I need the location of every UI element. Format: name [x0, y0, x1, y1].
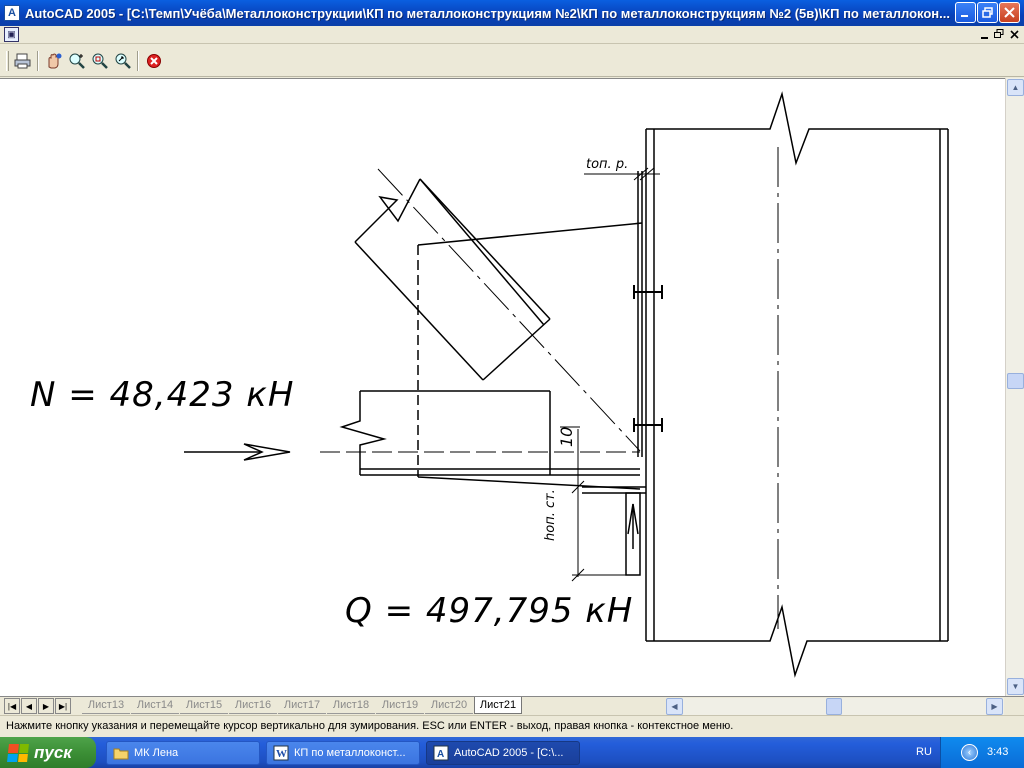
print-preview-icon: [14, 53, 31, 69]
scroll-right-button[interactable]: ▶: [986, 698, 1003, 715]
task-label: МК Лена: [134, 747, 179, 759]
zoom-realtime-icon: [69, 53, 85, 69]
pan-button[interactable]: [44, 51, 64, 71]
tab-list20[interactable]: Лист20: [425, 697, 473, 714]
autocad-window: A AutoCAD 2005 - [C:\Темп\Учёба\Металлок…: [0, 0, 1024, 768]
tab-list13[interactable]: Лист13: [82, 697, 130, 714]
doc-restore-button[interactable]: [992, 27, 1006, 41]
task-autocad[interactable]: A AutoCAD 2005 - [C:\...: [426, 741, 580, 765]
svg-text:W: W: [276, 748, 287, 760]
task-word-document[interactable]: W КП по металлоконст...: [266, 741, 420, 765]
task-label: КП по металлоконст...: [294, 747, 406, 759]
tray-expand-icon[interactable]: ‹: [961, 744, 978, 761]
force-arrow-n: [184, 443, 291, 461]
taskbar: пуск МК Лена W КП по металлоконст... A A…: [0, 737, 1024, 768]
horizontal-scroll-thumb[interactable]: [826, 698, 842, 715]
zoom-window-button[interactable]: [90, 51, 110, 71]
toolbar-separator: [37, 51, 39, 71]
close-icon: [1009, 29, 1019, 39]
close-button[interactable]: [999, 2, 1020, 23]
drawing-canvas[interactable]: N = 48,423 кН Q = 497,795 кН tоп. р. hоп…: [0, 78, 1005, 696]
preview-toolbar: [0, 45, 1024, 77]
close-preview-button[interactable]: [144, 51, 164, 71]
horizontal-member: [320, 390, 640, 476]
tab-list17[interactable]: Лист17: [278, 697, 326, 714]
minimize-button[interactable]: [955, 2, 976, 23]
toolbar-grip[interactable]: [6, 51, 9, 71]
language-indicator[interactable]: RU: [916, 746, 932, 758]
restore-icon: [982, 7, 993, 18]
gusset-plate: [417, 171, 643, 490]
minimize-icon: [961, 15, 968, 17]
toolbar-separator: [137, 51, 139, 71]
minimize-icon: [980, 36, 988, 39]
autocad-icon: A: [433, 745, 449, 761]
folder-icon: [113, 745, 129, 761]
column: [633, 91, 949, 678]
force-n-label: N = 48,423 кН: [30, 375, 295, 415]
clock[interactable]: 3:43: [987, 746, 1008, 758]
word-icon: W: [273, 745, 289, 761]
prev-tab-button[interactable]: ◀: [21, 698, 37, 714]
restore-button[interactable]: [977, 2, 998, 23]
tab-list14[interactable]: Лист14: [131, 697, 179, 714]
close-icon: [1004, 7, 1015, 18]
doc-minimize-button[interactable]: [978, 27, 992, 41]
first-tab-button[interactable]: |◀: [4, 698, 20, 714]
document-icon[interactable]: ▣: [4, 27, 19, 42]
task-label: AutoCAD 2005 - [C:\...: [454, 747, 564, 759]
scroll-down-button[interactable]: ▼: [1007, 678, 1024, 695]
doc-close-button[interactable]: [1007, 27, 1021, 41]
tab-list15[interactable]: Лист15: [180, 697, 228, 714]
scroll-left-button[interactable]: ◀: [666, 698, 683, 715]
tab-list18[interactable]: Лист18: [327, 697, 375, 714]
status-text: Нажмите кнопку указания и перемещайте ку…: [6, 720, 734, 732]
tab-list21[interactable]: Лист21: [474, 697, 522, 714]
vertical-scroll-thumb[interactable]: [1007, 373, 1024, 389]
title-bar[interactable]: A AutoCAD 2005 - [C:\Темп\Учёба\Металлок…: [0, 0, 1024, 26]
window-title: AutoCAD 2005 - [C:\Темп\Учёба\Металлокон…: [25, 5, 950, 21]
scroll-up-button[interactable]: ▲: [1007, 79, 1024, 96]
tab-list16[interactable]: Лист16: [229, 697, 277, 714]
pan-icon: [48, 53, 62, 69]
status-bar: Нажмите кнопку указания и перемещайте ку…: [0, 715, 1024, 737]
start-button[interactable]: пуск: [0, 737, 96, 768]
next-tab-button[interactable]: ▶: [38, 698, 54, 714]
restore-icon: [994, 29, 1004, 38]
system-tray: ‹ 3:43: [940, 737, 1024, 768]
dimension-10-label: 10: [557, 426, 576, 447]
stiffener-height-label: hоп. ст.: [543, 489, 558, 541]
windows-logo-icon: [7, 743, 29, 762]
layout-tab-bar: |◀ ◀ ▶ ▶| Лист13 Лист14 Лист15 Лист16 Ли…: [0, 696, 1024, 715]
diagonal-brace: [354, 168, 641, 452]
plate-thickness-label: tоп. р.: [586, 157, 629, 172]
zoom-realtime-button[interactable]: [67, 51, 87, 71]
close-preview-icon: [147, 54, 161, 68]
autocad-icon[interactable]: A: [4, 5, 20, 21]
vertical-scrollbar[interactable]: ▲ ▼: [1005, 78, 1024, 696]
start-label: пуск: [34, 742, 72, 762]
zoom-window-icon: [92, 53, 108, 69]
task-folder[interactable]: МК Лена: [106, 741, 260, 765]
svg-text:A: A: [437, 749, 444, 760]
horizontal-scrollbar[interactable]: ◀ ▶: [666, 698, 1004, 715]
print-button[interactable]: [13, 51, 33, 71]
zoom-original-icon: [115, 53, 131, 69]
document-menu-bar: ▣: [0, 26, 1024, 44]
last-tab-button[interactable]: ▶|: [55, 698, 71, 714]
tab-list19[interactable]: Лист19: [376, 697, 424, 714]
zoom-original-button[interactable]: [113, 51, 133, 71]
force-q-label: Q = 497,795 кН: [345, 591, 634, 631]
